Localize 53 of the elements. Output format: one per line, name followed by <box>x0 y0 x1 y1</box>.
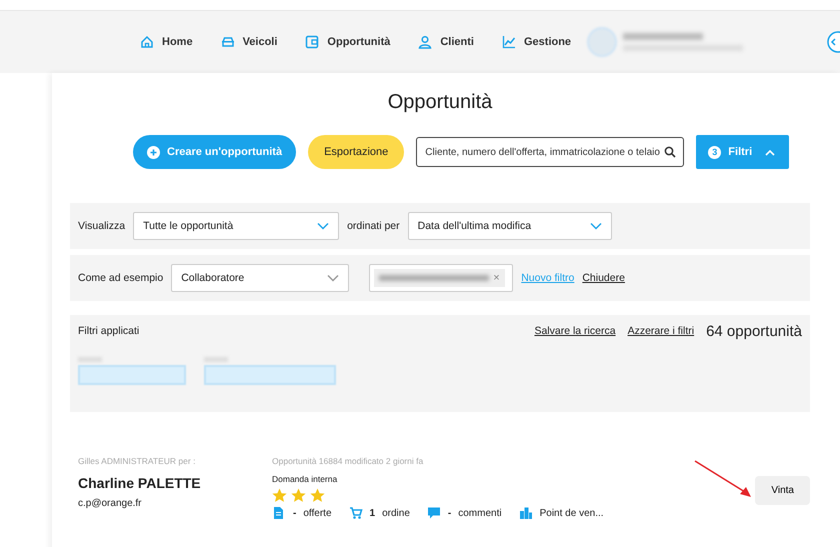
stat-label: offerte <box>303 508 332 518</box>
save-search-link[interactable]: Salvare la ricerca <box>534 325 616 337</box>
stat-value: - <box>293 508 296 518</box>
person-icon <box>418 35 432 49</box>
comment-icon <box>426 506 441 520</box>
filter-count-badge: 3 <box>708 146 722 158</box>
owner-text: Gilles ADMINISTRATEUR per : <box>78 456 196 466</box>
nav-link[interactable]: Clienti <box>418 35 474 49</box>
plus-circle-icon <box>147 146 160 158</box>
sort-dropdown[interactable]: Data dell'ultima modifica <box>408 212 612 240</box>
star-icon <box>310 488 325 503</box>
chevron-down-icon <box>317 222 330 230</box>
filter-criterion-label: Come ad esempio <box>78 272 164 284</box>
annotation-arrow <box>693 459 753 499</box>
criterion-dropdown[interactable]: Collaboratore <box>171 264 350 292</box>
nav-link[interactable]: Gestione <box>502 35 572 49</box>
client-email: c.p@orange.fr <box>78 498 143 509</box>
result-count: 64 opportunità <box>706 322 802 340</box>
search-icon <box>664 146 676 158</box>
chevron-up-icon <box>765 148 776 156</box>
close-link[interactable]: Chiudere <box>582 272 625 284</box>
stat-value: - <box>448 508 452 518</box>
stat-label: Point de ven... <box>540 508 604 518</box>
nav-link[interactable]: Opportunità <box>305 35 390 49</box>
stat-value: 1 <box>370 508 376 518</box>
chevron-down-icon <box>590 222 602 230</box>
chevron-down-icon <box>327 274 340 282</box>
reset-filters-link[interactable]: Azzerare i filtri <box>628 325 694 337</box>
blurred-user-info[interactable] <box>587 27 744 57</box>
stat-label: ordine <box>382 508 410 518</box>
status-button[interactable]: Vinta <box>755 476 810 505</box>
page-title: Opportunità <box>386 91 494 114</box>
star-icon <box>272 488 287 503</box>
stat-label: commenti <box>458 508 502 518</box>
opportunity-meta: Opportunità 16884 modificato 2 giorni fa <box>272 456 424 466</box>
cart-icon <box>348 506 363 520</box>
home-icon <box>140 35 154 49</box>
view-dropdown[interactable]: Tutte le opportunità <box>133 212 340 240</box>
applied-filters-label: Filtri applicati <box>78 325 140 337</box>
building-icon <box>518 506 533 520</box>
line-chart-icon <box>502 35 516 49</box>
document-icon <box>272 506 286 520</box>
export-button[interactable]: Esportazione <box>308 135 404 169</box>
star-icon <box>291 488 306 503</box>
view-label: Visualizza <box>78 220 126 232</box>
sort-label: ordinati per <box>347 220 400 232</box>
search-field[interactable]: Cliente, numero dell'offerta, immatricolazione o telaio <box>416 137 684 167</box>
wallet-icon <box>305 35 320 49</box>
client-name: Charline PALETTE <box>78 475 202 491</box>
car-icon <box>220 35 235 49</box>
nav-link[interactable]: Veicoli <box>220 35 278 49</box>
nav-link[interactable]: Home <box>140 35 193 49</box>
request-type: Domanda interna <box>272 474 338 484</box>
